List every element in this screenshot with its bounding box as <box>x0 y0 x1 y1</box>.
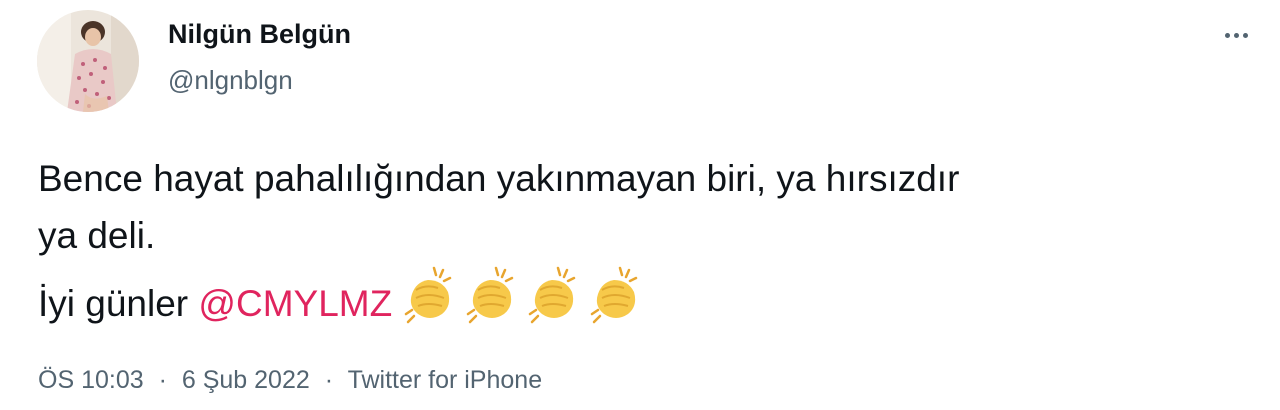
tweet-line-1: Bence hayat pahalılığından yakınmayan bi… <box>38 158 960 199</box>
profile-photo-image <box>37 10 139 112</box>
tweet-line-2: ya deli. <box>38 215 156 256</box>
meta-separator: · <box>324 366 334 394</box>
display-name[interactable]: Nilgün Belgün <box>168 14 351 54</box>
tweet-date[interactable]: 6 Şub 2022 <box>182 366 310 394</box>
tweet-line-3: İyi günler @CMYLMZ <box>38 264 1258 340</box>
meta-separator: · <box>158 366 167 394</box>
tweet-meta: ÖS 10:03 · 6 Şub 2022 · Twitter for iPho… <box>38 362 542 398</box>
more-button[interactable] <box>1216 20 1256 50</box>
tweet-source[interactable]: Twitter for iPhone <box>348 366 543 394</box>
tweet-line-3-text: İyi günler <box>38 283 199 324</box>
clapping-hands-icon <box>398 264 646 340</box>
user-handle[interactable]: @nlgnblgn <box>168 60 351 100</box>
tweet-card: Nilgün Belgün @nlgnblgn Bence hayat paha… <box>0 0 1280 410</box>
more-horizontal-icon <box>1224 32 1248 38</box>
user-info: Nilgün Belgün @nlgnblgn <box>168 14 351 100</box>
mention-link[interactable]: @CMYLMZ <box>198 283 392 324</box>
avatar[interactable] <box>37 10 139 112</box>
tweet-text: Bence hayat pahalılığından yakınmayan bi… <box>38 150 1258 340</box>
tweet-time[interactable]: ÖS 10:03 <box>38 366 144 394</box>
